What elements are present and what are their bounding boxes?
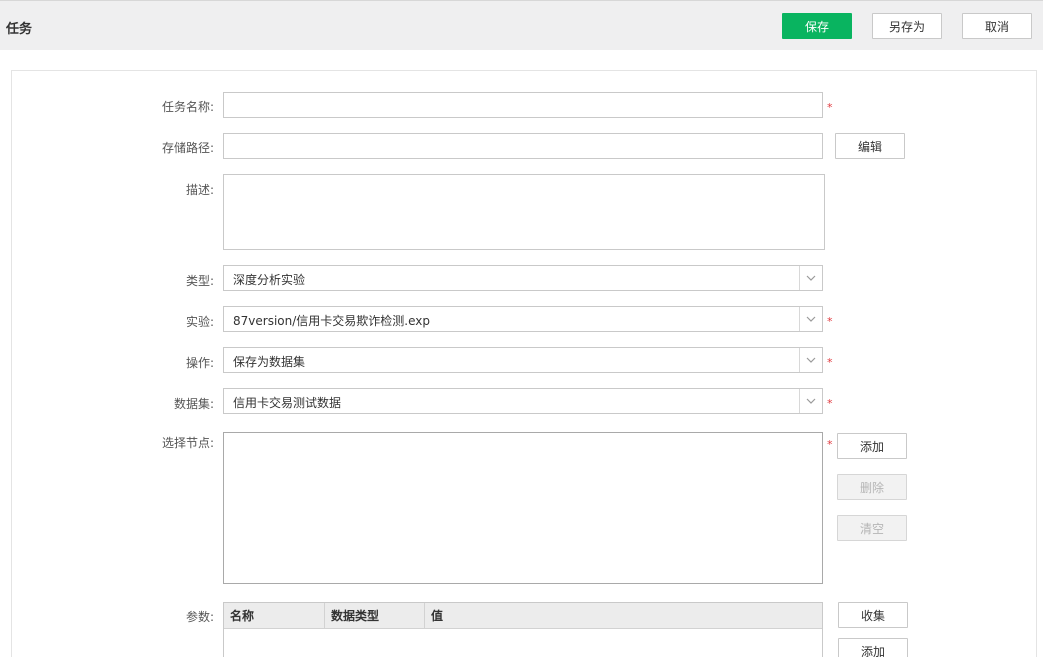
column-header: 名称 bbox=[224, 603, 325, 629]
required-mark: * bbox=[827, 356, 833, 369]
chevron-down-icon[interactable] bbox=[799, 389, 822, 413]
cancel-button[interactable]: 取消 bbox=[962, 13, 1032, 39]
node-list[interactable] bbox=[223, 432, 823, 584]
description-textarea[interactable] bbox=[223, 174, 825, 250]
required-mark: * bbox=[827, 101, 833, 114]
operation-select[interactable]: 保存为数据集 bbox=[223, 347, 823, 373]
column-header: 数据类型 bbox=[325, 603, 425, 629]
dataset-select-value: 信用卡交易测试数据 bbox=[233, 396, 342, 410]
dataset-label: 数据集: bbox=[173, 397, 214, 411]
edit-path-button[interactable]: 编辑 bbox=[835, 133, 905, 159]
required-mark: * bbox=[827, 315, 833, 328]
chevron-down-icon[interactable] bbox=[799, 348, 822, 372]
storage-path-input[interactable] bbox=[223, 133, 823, 159]
chevron-down-icon[interactable] bbox=[799, 266, 822, 290]
clear-nodes-button[interactable]: 清空 bbox=[837, 515, 907, 541]
required-mark: * bbox=[827, 397, 833, 410]
type-label: 类型: bbox=[185, 274, 214, 288]
task-name-input[interactable] bbox=[223, 92, 823, 118]
storage-path-label: 存储路径: bbox=[161, 141, 214, 155]
type-select[interactable]: 深度分析实验 bbox=[223, 265, 823, 291]
chevron-down-icon[interactable] bbox=[799, 307, 822, 331]
add-node-button[interactable]: 添加 bbox=[837, 433, 907, 459]
delete-node-button[interactable]: 删除 bbox=[837, 474, 907, 500]
experiment-select[interactable]: 87version/信用卡交易欺诈检测.exp bbox=[223, 306, 823, 332]
task-name-label: 任务名称: bbox=[161, 100, 214, 114]
operation-label: 操作: bbox=[185, 356, 214, 370]
params-table: 名称 数据类型 值 bbox=[223, 602, 823, 657]
top-toolbar: 任务 保存 另存为 取消 bbox=[0, 0, 1043, 50]
column-header: 值 bbox=[431, 609, 444, 623]
dataset-select[interactable]: 信用卡交易测试数据 bbox=[223, 388, 823, 414]
operation-select-value: 保存为数据集 bbox=[233, 355, 306, 369]
add-param-button[interactable]: 添加 bbox=[838, 638, 908, 657]
params-label: 参数: bbox=[185, 610, 214, 624]
params-table-header: 名称 数据类型 值 bbox=[224, 603, 822, 629]
nodes-label: 选择节点: bbox=[161, 436, 214, 450]
experiment-label: 实验: bbox=[185, 315, 214, 329]
save-button[interactable]: 保存 bbox=[782, 13, 852, 39]
page-title: 任务 bbox=[6, 22, 33, 37]
save-as-button[interactable]: 另存为 bbox=[872, 13, 942, 39]
collect-button[interactable]: 收集 bbox=[838, 602, 908, 628]
experiment-select-value: 87version/信用卡交易欺诈检测.exp bbox=[233, 314, 430, 328]
type-select-value: 深度分析实验 bbox=[233, 273, 306, 287]
description-label: 描述: bbox=[185, 183, 214, 197]
required-mark: * bbox=[827, 438, 833, 451]
